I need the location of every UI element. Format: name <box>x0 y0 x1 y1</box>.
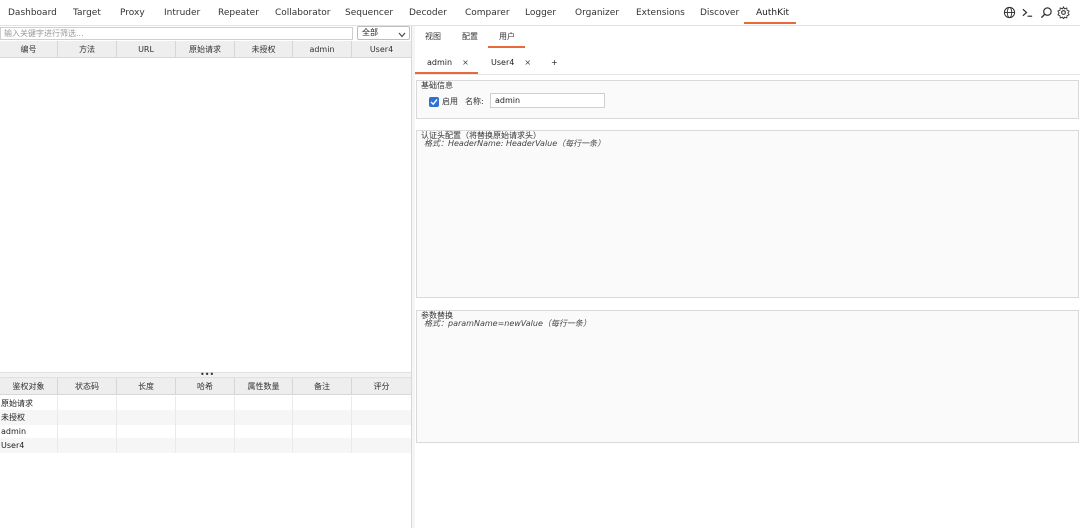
auth-header-group: 认证头配置（将替换原始请求头） 格式：HeaderName: HeaderVal… <box>416 130 1079 298</box>
menu-collaborator[interactable]: Collaborator <box>275 0 330 26</box>
table-row[interactable]: 原始请求 <box>0 396 411 411</box>
active-subtab-underline <box>488 46 525 48</box>
menu-comparer[interactable]: Comparer <box>465 0 510 26</box>
tab-view[interactable]: 视图 <box>425 26 441 48</box>
tab-users[interactable]: 用户 <box>499 26 515 48</box>
user-tab-admin[interactable]: admin × <box>427 52 469 74</box>
name-field[interactable]: admin <box>490 93 605 108</box>
auth-header-textarea[interactable] <box>417 151 1078 297</box>
globe-icon[interactable] <box>1003 6 1017 20</box>
column-header-admin[interactable]: admin <box>293 41 352 58</box>
param-replace-group: 参数替换 格式：paramName=newValue（每行一条） <box>416 310 1079 443</box>
auth-header-hint: 格式：HeaderName: HeaderValue（每行一条） <box>424 139 606 148</box>
add-user-tab-button[interactable]: + <box>551 52 558 74</box>
name-label: 名称: <box>465 97 484 106</box>
column-header-url[interactable]: URL <box>117 41 176 58</box>
table-row[interactable]: 未授权 <box>0 410 411 425</box>
menu-repeater[interactable]: Repeater <box>218 0 259 26</box>
column-header-unauthorized[interactable]: 未授权 <box>235 41 293 58</box>
user-tab-label: admin <box>427 58 453 67</box>
request-table-header: 编号 方法 URL 原始请求 未授权 admin User4 <box>0 41 411 58</box>
user-tab-user4[interactable]: User4 × <box>491 52 531 74</box>
row-label: User4 <box>0 438 58 453</box>
basic-info-group: 基础信息 启用 名称: admin <box>416 80 1079 119</box>
menu-organizer[interactable]: Organizer <box>575 0 619 26</box>
menu-sequencer[interactable]: Sequencer <box>345 0 393 26</box>
terminal-icon[interactable] <box>1021 6 1035 20</box>
table-row[interactable]: admin <box>0 424 411 439</box>
row-label: 未授权 <box>0 410 58 425</box>
right-panel: 视图 配置 用户 admin × User4 × + 基础信息 启用 名称: adm… <box>415 26 1080 528</box>
column-header-user4[interactable]: User4 <box>352 41 411 58</box>
user-tab-label: User4 <box>491 58 515 67</box>
active-menu-underline <box>744 22 796 24</box>
left-panel: 输入关键字进行筛选... 全部 编号 方法 URL 原始请求 未授权 admin… <box>0 26 411 528</box>
result-table-header: 鉴权对象 状态码 长度 哈希 属性数量 备注 评分 <box>0 378 411 395</box>
param-replace-hint: 格式：paramName=newValue（每行一条） <box>424 319 591 328</box>
enabled-label: 启用 <box>442 97 458 106</box>
row-label: 原始请求 <box>0 396 58 411</box>
menu-discover[interactable]: Discover <box>700 0 739 26</box>
search-icon[interactable] <box>1040 6 1054 20</box>
close-icon[interactable]: × <box>462 58 469 67</box>
gear-icon[interactable] <box>1057 5 1071 21</box>
tab-config[interactable]: 配置 <box>462 26 478 48</box>
menu-target[interactable]: Target <box>73 0 101 26</box>
column-header-original[interactable]: 原始请求 <box>176 41 235 58</box>
menu-intruder[interactable]: Intruder <box>164 0 200 26</box>
column-header-method[interactable]: 方法 <box>58 41 117 58</box>
menu-decoder[interactable]: Decoder <box>409 0 447 26</box>
user-tabs-divider <box>415 74 1080 75</box>
filter-select[interactable]: 全部 <box>357 26 410 40</box>
menu-dashboard[interactable]: Dashboard <box>8 0 57 26</box>
column-header-id[interactable]: 编号 <box>0 41 58 58</box>
filter-input[interactable]: 输入关键字进行筛选... <box>0 27 353 40</box>
param-replace-textarea[interactable] <box>417 331 1078 442</box>
column-header-hash[interactable]: 哈希 <box>176 378 235 395</box>
column-header-note[interactable]: 备注 <box>293 378 352 395</box>
close-icon[interactable]: × <box>524 58 531 67</box>
top-menu-bar: Dashboard Target Proxy Intruder Repeater… <box>0 0 1080 26</box>
row-label: admin <box>0 424 58 439</box>
menu-proxy[interactable]: Proxy <box>120 0 145 26</box>
request-table-body[interactable] <box>0 59 411 372</box>
column-header-auth-target[interactable]: 鉴权对象 <box>0 378 58 395</box>
menu-logger[interactable]: Logger <box>525 0 556 26</box>
column-header-length[interactable]: 长度 <box>117 378 176 395</box>
table-row[interactable]: User4 <box>0 438 411 453</box>
active-user-tab-underline <box>415 72 478 74</box>
column-header-score[interactable]: 评分 <box>352 378 411 395</box>
column-header-status[interactable]: 状态码 <box>58 378 117 395</box>
filter-select-value: 全部 <box>362 28 378 37</box>
basic-info-title: 基础信息 <box>421 81 453 90</box>
menu-extensions[interactable]: Extensions <box>636 0 685 26</box>
chevron-down-icon <box>398 30 406 38</box>
enabled-checkbox[interactable] <box>429 97 439 107</box>
column-header-attr-count[interactable]: 属性数量 <box>235 378 293 395</box>
